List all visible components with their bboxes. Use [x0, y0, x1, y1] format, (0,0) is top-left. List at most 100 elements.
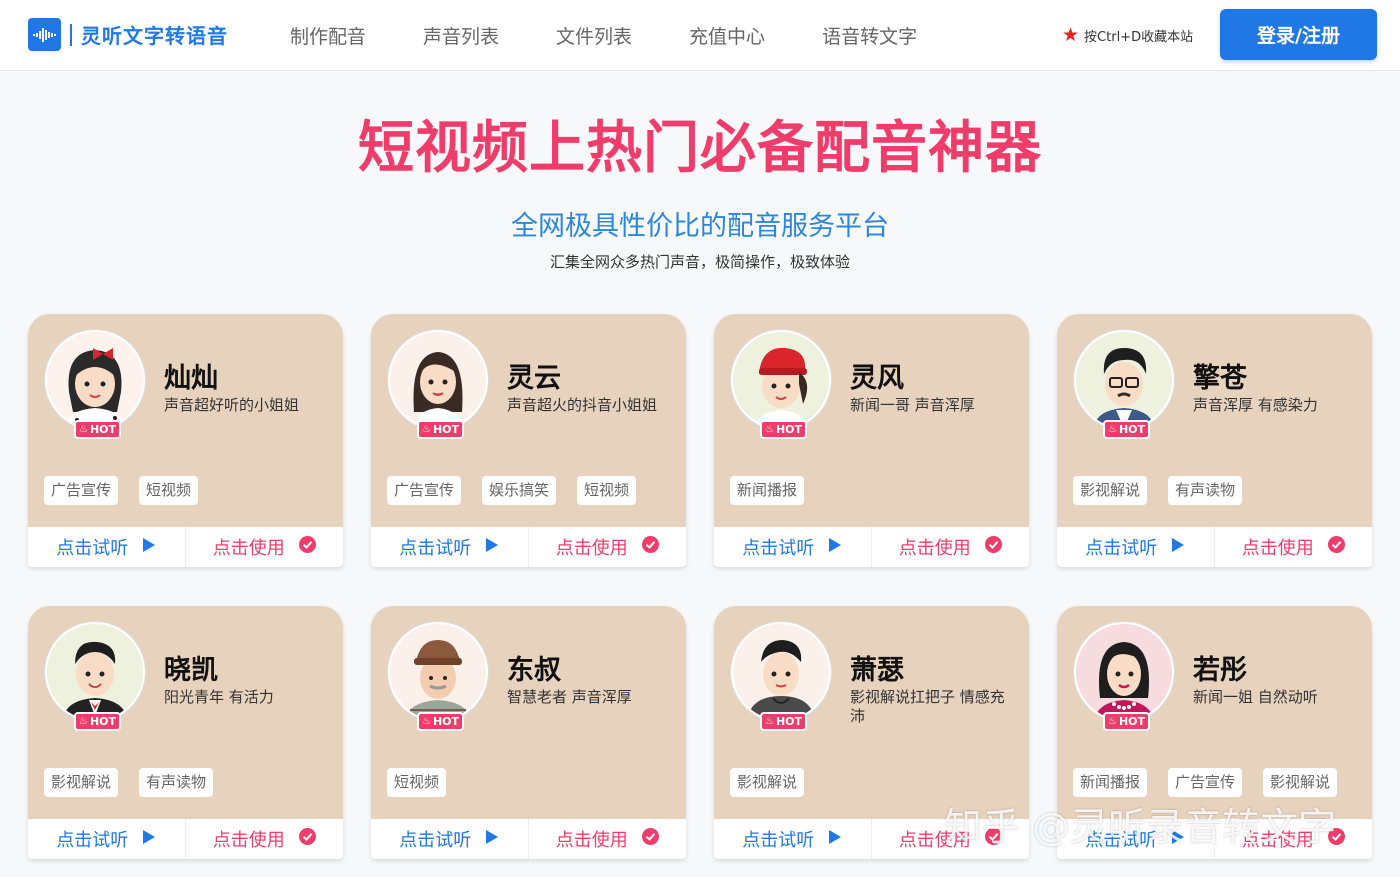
use-button-label: 点击使用	[212, 830, 285, 851]
listen-button[interactable]: 点击试听	[714, 527, 872, 567]
listen-button[interactable]: 点击试听	[714, 819, 872, 859]
voice-name: 晓凯	[164, 655, 218, 686]
logo-text: 灵听文字转语音	[81, 24, 228, 48]
listen-button-label: 点击试听	[399, 538, 472, 559]
voice-avatar[interactable]: ♨ HOT	[731, 622, 831, 731]
check-circle-icon	[641, 536, 659, 558]
voice-card: ♨ HOT 灵风 新闻一哥 声音浑厚 新闻播报 点击试听 点击使用	[714, 314, 1029, 567]
hot-badge-label: HOT	[1118, 423, 1146, 436]
girl-bow-avatar	[47, 332, 143, 428]
voice-tag[interactable]: 娱乐搞笑	[482, 476, 557, 505]
check-circle-icon	[298, 536, 316, 558]
voice-tag[interactable]: 短视频	[387, 768, 447, 797]
listen-button-label: 点击试听	[1085, 830, 1158, 851]
listen-button-label: 点击试听	[56, 830, 129, 851]
use-button-label: 点击使用	[212, 538, 285, 559]
glasses-man-avatar	[1076, 332, 1172, 428]
star-icon: ★	[1062, 24, 1080, 46]
listen-button[interactable]: 点击试听	[371, 819, 529, 859]
use-button[interactable]: 点击使用	[872, 819, 1030, 859]
bookmark-hint[interactable]: ★ 按Ctrl+D收藏本站	[1062, 24, 1193, 46]
nav-recharge[interactable]: 充值中心	[689, 22, 765, 49]
flame-icon: ♨	[78, 716, 88, 727]
voice-card: ♨ HOT 东叔 智慧老者 声音浑厚 短视频 点击试听 点击使用	[371, 606, 686, 859]
hot-badge-label: HOT	[89, 715, 117, 728]
voice-tag[interactable]: 有声读物	[139, 768, 214, 797]
voice-tag[interactable]: 影视解说	[1073, 476, 1148, 505]
logo[interactable]: 灵听文字转语音	[28, 18, 228, 51]
voice-avatar[interactable]: ♨ HOT	[45, 622, 145, 731]
listen-button[interactable]: 点击试听	[371, 527, 529, 567]
check-circle-icon	[1327, 536, 1345, 558]
voice-tag[interactable]: 影视解说	[1263, 768, 1338, 797]
use-button-label: 点击使用	[898, 538, 971, 559]
listen-button[interactable]: 点击试听	[28, 819, 186, 859]
voice-tag[interactable]: 广告宣传	[44, 476, 119, 505]
play-icon	[142, 537, 156, 558]
hot-badge: ♨ HOT	[760, 712, 807, 731]
listen-button[interactable]: 点击试听	[28, 527, 186, 567]
use-button-label: 点击使用	[555, 830, 628, 851]
listen-button-label: 点击试听	[56, 538, 129, 559]
use-button[interactable]: 点击使用	[1215, 819, 1373, 859]
check-circle-icon	[984, 828, 1002, 850]
voice-actions: 点击试听 点击使用	[714, 819, 1029, 859]
nav-file-list[interactable]: 文件列表	[556, 22, 632, 49]
hero-title: 短视频上热门必备配音神器	[358, 116, 1042, 181]
voice-tag[interactable]: 有声读物	[1168, 476, 1243, 505]
nav-voice-list[interactable]: 声音列表	[423, 22, 499, 49]
nav-speech-to-text[interactable]: 语音转文字	[822, 22, 917, 49]
use-button-label: 点击使用	[898, 830, 971, 851]
listen-button-label: 点击试听	[742, 538, 815, 559]
voice-avatar[interactable]: ♨ HOT	[1074, 622, 1174, 731]
voice-tag[interactable]: 广告宣传	[387, 476, 462, 505]
voice-tag[interactable]: 广告宣传	[1168, 768, 1243, 797]
logo-divider	[70, 23, 72, 46]
hot-badge-label: HOT	[432, 715, 460, 728]
hot-badge-label: HOT	[432, 423, 460, 436]
check-circle-icon	[1327, 828, 1345, 850]
voice-description: 阳光青年 有活力	[164, 688, 274, 706]
play-icon	[828, 537, 842, 558]
voice-tags: 影视解说 有声读物	[44, 768, 234, 797]
hot-badge: ♨ HOT	[760, 420, 807, 439]
voice-card: ♨ HOT 灿灿 声音超好听的小姐姐 广告宣传 短视频 点击试听 点击使用	[28, 314, 343, 567]
voice-tags: 短视频	[387, 768, 467, 797]
voice-tag[interactable]: 短视频	[577, 476, 637, 505]
hot-badge-label: HOT	[775, 715, 803, 728]
voice-avatar[interactable]: ♨ HOT	[388, 622, 488, 731]
use-button[interactable]: 点击使用	[529, 527, 687, 567]
voice-actions: 点击试听 点击使用	[714, 527, 1029, 567]
use-button-label: 点击使用	[555, 538, 628, 559]
listen-button-label: 点击试听	[399, 830, 472, 851]
voice-tag[interactable]: 新闻播报	[730, 476, 805, 505]
voice-actions: 点击试听 点击使用	[1057, 819, 1372, 859]
listen-button[interactable]: 点击试听	[1057, 819, 1215, 859]
use-button[interactable]: 点击使用	[529, 819, 687, 859]
flame-icon: ♨	[764, 424, 774, 435]
use-button[interactable]: 点击使用	[186, 819, 344, 859]
voice-card: ♨ HOT 晓凯 阳光青年 有活力 影视解说 有声读物 点击试听 点击使用	[28, 606, 343, 859]
voice-avatar[interactable]: ♨ HOT	[731, 330, 831, 439]
use-button[interactable]: 点击使用	[1215, 527, 1373, 567]
voice-tag[interactable]: 短视频	[139, 476, 199, 505]
hot-badge-label: HOT	[775, 423, 803, 436]
use-button[interactable]: 点击使用	[186, 527, 344, 567]
voice-name: 灵风	[850, 363, 904, 394]
listen-button-label: 点击试听	[742, 830, 815, 851]
voice-avatar[interactable]: ♨ HOT	[388, 330, 488, 439]
listen-button[interactable]: 点击试听	[1057, 527, 1215, 567]
voice-tag[interactable]: 影视解说	[730, 768, 805, 797]
voice-tag[interactable]: 新闻播报	[1073, 768, 1148, 797]
login-register-button[interactable]: 登录/注册	[1220, 9, 1377, 60]
play-icon	[485, 537, 499, 558]
voice-avatar[interactable]: ♨ HOT	[1074, 330, 1174, 439]
voice-name: 灵云	[507, 363, 561, 394]
use-button[interactable]: 点击使用	[872, 527, 1030, 567]
voice-tag[interactable]: 影视解说	[44, 768, 119, 797]
nav-make-dubbing[interactable]: 制作配音	[290, 22, 366, 49]
hot-badge: ♨ HOT	[1103, 712, 1150, 731]
flame-icon: ♨	[421, 716, 431, 727]
voice-avatar[interactable]: ♨ HOT	[45, 330, 145, 439]
play-icon	[485, 829, 499, 850]
